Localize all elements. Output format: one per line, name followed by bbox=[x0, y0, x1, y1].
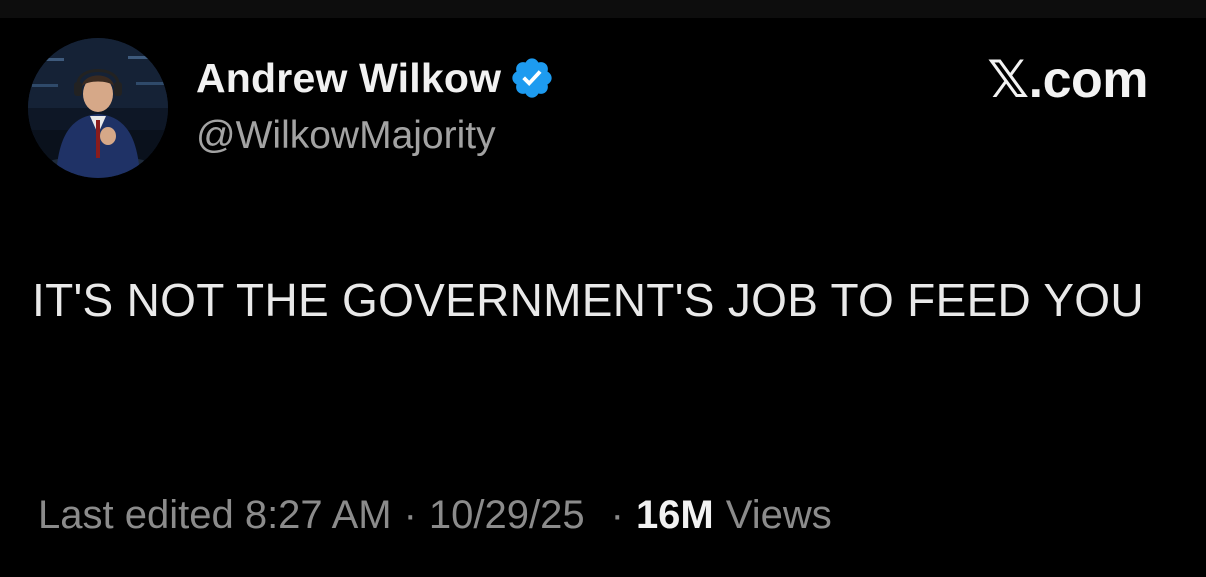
author-handle[interactable]: @WilkowMajority bbox=[196, 114, 496, 158]
meta-separator: · bbox=[610, 492, 624, 537]
top-bar bbox=[0, 0, 1206, 18]
tweet-meta: Last edited 8:27 AM · 10/29/25 · 16M Vie… bbox=[38, 490, 832, 540]
verified-badge-icon bbox=[512, 58, 552, 98]
avatar-photo bbox=[28, 38, 168, 178]
edited-timestamp[interactable]: Last edited 8:27 AM bbox=[38, 493, 392, 538]
tweet-text: IT'S NOT THE GOVERNMENT'S JOB TO FEED YO… bbox=[32, 274, 1144, 326]
avatar[interactable] bbox=[28, 38, 168, 178]
author-name-row[interactable]: Andrew Wilkow bbox=[196, 52, 555, 104]
tweet-date[interactable]: 10/29/25 bbox=[429, 493, 585, 538]
views-label: Views bbox=[725, 492, 832, 537]
views-count: 16M bbox=[635, 492, 714, 537]
meta-separator: · bbox=[403, 492, 417, 537]
x-logo[interactable]: 𝕏.com bbox=[987, 50, 1148, 110]
display-name[interactable]: Andrew Wilkow bbox=[196, 55, 501, 102]
